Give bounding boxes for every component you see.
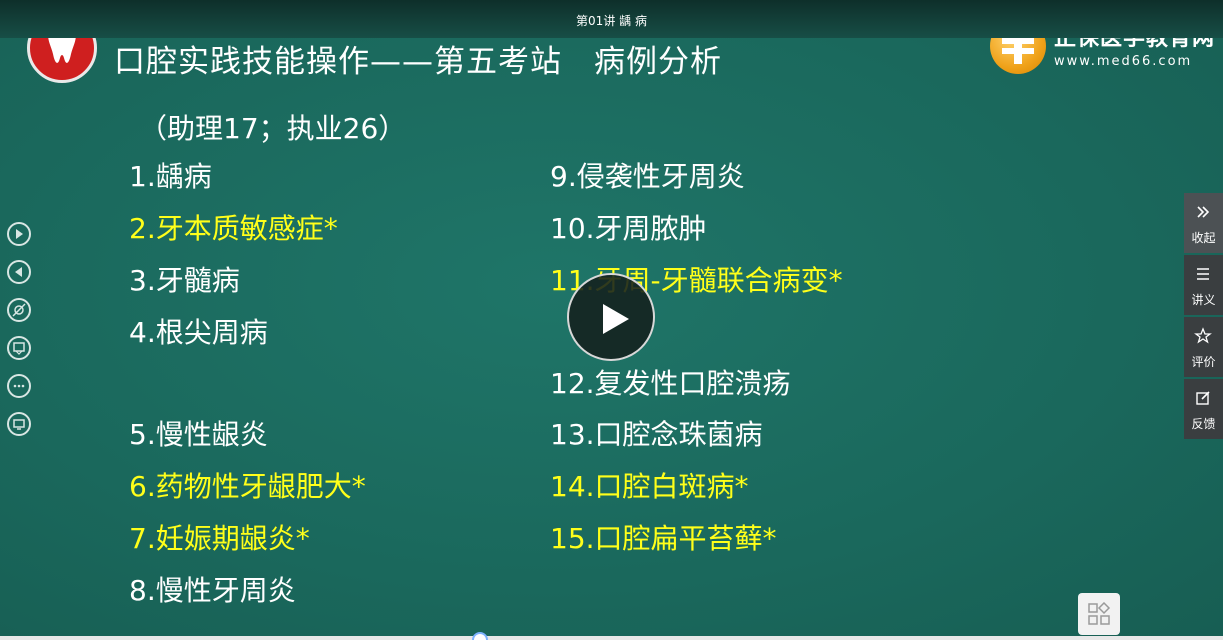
- handout-label: 讲义: [1191, 293, 1216, 307]
- list-item: 6.药物性牙龈肥大*: [129, 470, 366, 503]
- collapse-label: 收起: [1191, 231, 1216, 245]
- screen-icon: [13, 419, 25, 430]
- rate-button[interactable]: 评价: [1184, 317, 1223, 377]
- right-side-panel: 收起 讲义 评价 反馈: [1184, 193, 1223, 468]
- list-item: 15.口腔扁平苔藓*: [550, 522, 777, 555]
- hide-annotation-button[interactable]: [7, 298, 31, 322]
- window-title-bar: 第01讲 龋 病: [0, 0, 1223, 38]
- play-small-icon: [16, 229, 23, 239]
- feedback-label: 反馈: [1191, 417, 1216, 431]
- list-item: 12.复发性口腔溃疡: [550, 367, 791, 400]
- brand-url: www.med66.com: [1054, 54, 1193, 69]
- slide-title: 口腔实践技能操作——第五考站 病例分析: [114, 44, 722, 80]
- rate-label: 评价: [1191, 355, 1216, 369]
- edit-icon: [1196, 391, 1210, 405]
- play-icon: [603, 304, 629, 334]
- eye-slash-icon: [12, 303, 26, 317]
- list-item: 13.口腔念珠菌病: [550, 418, 763, 451]
- grid-button[interactable]: [1078, 593, 1120, 635]
- screen-button[interactable]: [7, 412, 31, 436]
- double-chevron-right-icon: [1197, 206, 1210, 218]
- list-item: 9.侵袭性牙周炎: [550, 160, 745, 193]
- list-item: 7.妊娠期龈炎*: [129, 522, 310, 555]
- whiteboard-button[interactable]: [7, 336, 31, 360]
- list-item: 4.根尖周病: [129, 316, 268, 349]
- list-item: 14.口腔白斑病*: [550, 470, 749, 503]
- feedback-button[interactable]: 反馈: [1184, 379, 1223, 439]
- prev-button[interactable]: [7, 260, 31, 284]
- star-icon: [1194, 327, 1212, 344]
- play-button[interactable]: [567, 273, 655, 361]
- handout-button[interactable]: 讲义: [1184, 255, 1223, 315]
- list-item: 10.牙周脓肿: [550, 212, 707, 245]
- list-item: 5.慢性龈炎: [129, 418, 268, 451]
- list-item: 8.慢性牙周炎: [129, 574, 296, 607]
- progress-bar[interactable]: [0, 636, 1223, 640]
- whiteboard-icon: [13, 342, 25, 355]
- list-item: 3.牙髓病: [129, 264, 240, 297]
- back-icon: [15, 267, 22, 277]
- more-button[interactable]: [7, 374, 31, 398]
- list-item: 2.牙本质敏感症*: [129, 212, 338, 245]
- window-title: 第01讲 龋 病: [576, 14, 647, 28]
- collapse-button[interactable]: 收起: [1184, 193, 1223, 253]
- grid-icon: [1088, 602, 1111, 625]
- list-icon: [1197, 268, 1209, 280]
- next-button[interactable]: [7, 222, 31, 246]
- more-icon: [13, 384, 25, 388]
- list-item: 1.龋病: [129, 160, 212, 193]
- slide-subtitle: （助理17；执业26）: [139, 112, 407, 145]
